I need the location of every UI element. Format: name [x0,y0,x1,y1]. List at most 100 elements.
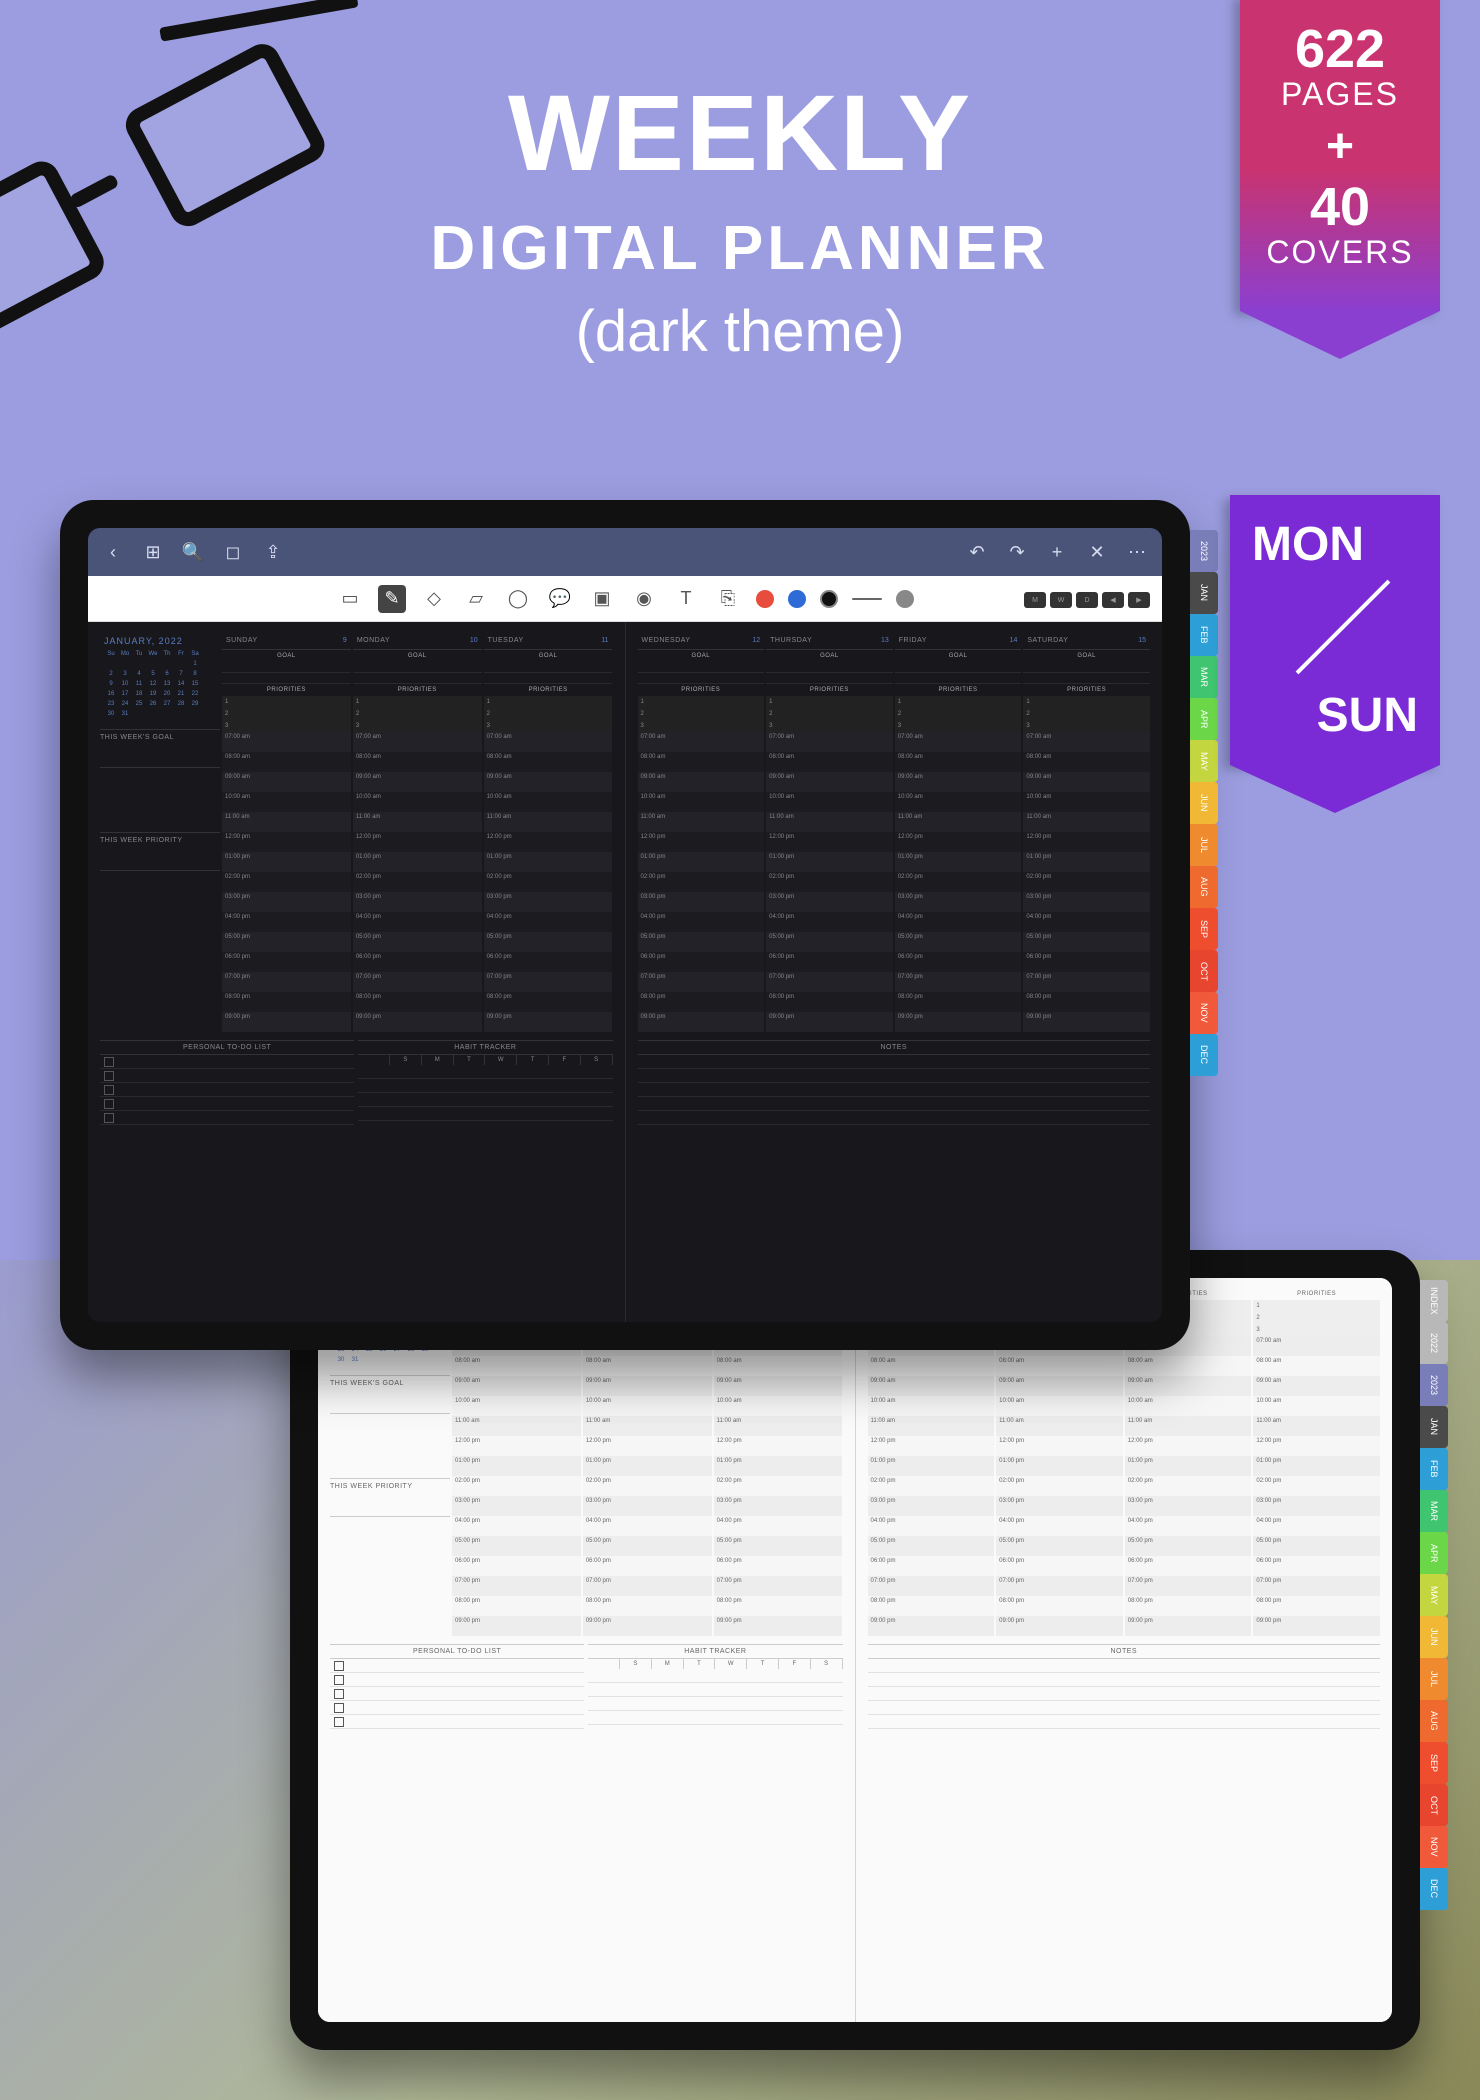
nav-prev[interactable]: ◀ [1102,592,1124,608]
hour-slot[interactable]: 04:00 pm [222,912,351,932]
hour-slot[interactable]: 05:00 pm [638,932,765,952]
hour-slot[interactable]: 09:00 am [868,1376,995,1396]
hour-slot[interactable]: 09:00 pm [638,1012,765,1032]
hour-slot[interactable]: 09:00 pm [484,1012,613,1032]
day-header[interactable]: THURSDAY13 [766,632,893,650]
hour-slot[interactable]: 05:00 pm [714,1536,843,1556]
hour-slot[interactable]: 01:00 pm [484,852,613,872]
hour-slot[interactable]: 07:00 pm [638,972,765,992]
hour-slot[interactable]: 02:00 pm [484,872,613,892]
tab-jun[interactable]: JUN [1190,782,1218,824]
hour-slot[interactable]: 07:00 am [766,732,893,752]
hour-slot[interactable]: 03:00 pm [766,892,893,912]
hour-slot[interactable]: 06:00 pm [1253,1556,1380,1576]
camera-tool[interactable]: ◉ [630,585,658,613]
hour-slot[interactable]: 04:00 pm [1125,1516,1252,1536]
fill-grey[interactable] [896,590,914,608]
hour-slot[interactable]: 10:00 am [868,1396,995,1416]
hour-slot[interactable]: 11:00 am [1125,1416,1252,1436]
stroke-thin[interactable] [852,598,882,600]
hour-slot[interactable]: 09:00 am [1023,772,1150,792]
hour-slot[interactable]: 11:00 am [996,1416,1123,1436]
hour-slot[interactable]: 06:00 pm [583,1556,712,1576]
hour-slot[interactable]: 09:00 pm [1023,1012,1150,1032]
tab-nov[interactable]: NOV [1190,992,1218,1034]
hour-slot[interactable]: 04:00 pm [583,1516,712,1536]
hour-slot[interactable]: 08:00 am [638,752,765,772]
hour-slot[interactable]: 05:00 pm [583,1536,712,1556]
tab-sep[interactable]: SEP [1420,1742,1448,1784]
hour-slot[interactable]: 12:00 pm [714,1436,843,1456]
select-tool[interactable]: ▭ [336,585,364,613]
image-tool[interactable]: ▣ [588,585,616,613]
hour-slot[interactable]: 06:00 pm [766,952,893,972]
comment-tool[interactable]: 💬 [546,585,574,613]
color-red[interactable] [756,590,774,608]
hour-slot[interactable]: 03:00 pm [1023,892,1150,912]
hour-slot[interactable]: 10:00 am [484,792,613,812]
hour-slot[interactable]: 08:00 pm [996,1596,1123,1616]
nav-d[interactable]: D [1076,592,1098,608]
tab-2023[interactable]: 2023 [1190,530,1218,572]
tab-jun[interactable]: JUN [1420,1616,1448,1658]
hour-slot[interactable]: 10:00 am [1125,1396,1252,1416]
hour-slot[interactable]: 10:00 am [895,792,1022,812]
hour-slot[interactable]: 03:00 pm [484,892,613,912]
hour-slot[interactable]: 12:00 pm [868,1436,995,1456]
hour-slot[interactable]: 02:00 pm [1023,872,1150,892]
tab-may[interactable]: MAY [1190,740,1218,782]
hour-slot[interactable]: 08:00 am [484,752,613,772]
hour-slot[interactable]: 09:00 pm [714,1616,843,1636]
hour-slot[interactable]: 10:00 am [583,1396,712,1416]
more-icon[interactable]: ⋯ [1126,541,1148,563]
tab-mar[interactable]: MAR [1190,656,1218,698]
highlighter-tool[interactable]: ▱ [462,585,490,613]
hour-slot[interactable]: 05:00 pm [895,932,1022,952]
hour-slot[interactable]: 05:00 pm [766,932,893,952]
hour-slot[interactable]: 07:00 pm [766,972,893,992]
hour-slot[interactable]: 08:00 pm [353,992,482,1012]
hour-slot[interactable]: 10:00 am [222,792,351,812]
tab-jul[interactable]: JUL [1190,824,1218,866]
tab-oct[interactable]: OCT [1420,1784,1448,1826]
hour-slot[interactable]: 07:00 pm [452,1576,581,1596]
hour-slot[interactable]: 12:00 pm [484,832,613,852]
hour-slot[interactable]: 04:00 pm [484,912,613,932]
hour-slot[interactable]: 12:00 pm [583,1436,712,1456]
tab-feb[interactable]: FEB [1420,1448,1448,1490]
lasso-tool[interactable]: ◯ [504,585,532,613]
close-icon[interactable]: ✕ [1086,541,1108,563]
hour-slot[interactable]: 03:00 pm [353,892,482,912]
hour-slot[interactable]: 07:00 pm [996,1576,1123,1596]
tab-aug[interactable]: AUG [1190,866,1218,908]
hour-slot[interactable]: 06:00 pm [353,952,482,972]
hour-slot[interactable]: 09:00 pm [583,1616,712,1636]
hour-slot[interactable]: 08:00 am [996,1356,1123,1376]
hour-slot[interactable]: 09:00 pm [868,1616,995,1636]
hour-slot[interactable]: 05:00 pm [1253,1536,1380,1556]
hour-slot[interactable]: 11:00 am [583,1416,712,1436]
hour-slot[interactable]: 08:00 am [353,752,482,772]
hour-slot[interactable]: 04:00 pm [1253,1516,1380,1536]
hour-slot[interactable]: 02:00 pm [868,1476,995,1496]
hour-slot[interactable]: 04:00 pm [353,912,482,932]
hour-slot[interactable]: 03:00 pm [714,1496,843,1516]
hour-slot[interactable]: 09:00 pm [353,1012,482,1032]
back-icon[interactable]: ‹ [102,541,124,563]
hour-slot[interactable]: 12:00 pm [222,832,351,852]
hour-slot[interactable]: 09:00 pm [1253,1616,1380,1636]
hour-slot[interactable]: 03:00 pm [452,1496,581,1516]
hour-slot[interactable]: 03:00 pm [583,1496,712,1516]
color-black[interactable] [820,590,838,608]
hour-slot[interactable]: 01:00 pm [714,1456,843,1476]
hour-slot[interactable]: 01:00 pm [868,1456,995,1476]
bookmark-icon[interactable]: ◻ [222,541,244,563]
hour-slot[interactable]: 06:00 pm [1023,952,1150,972]
hour-slot[interactable]: 11:00 am [714,1416,843,1436]
hour-slot[interactable]: 05:00 pm [353,932,482,952]
hour-slot[interactable]: 10:00 am [996,1396,1123,1416]
tab-apr[interactable]: APR [1420,1532,1448,1574]
hour-slot[interactable]: 09:00 am [1253,1376,1380,1396]
hour-slot[interactable]: 01:00 pm [766,852,893,872]
hour-slot[interactable]: 06:00 pm [1125,1556,1252,1576]
